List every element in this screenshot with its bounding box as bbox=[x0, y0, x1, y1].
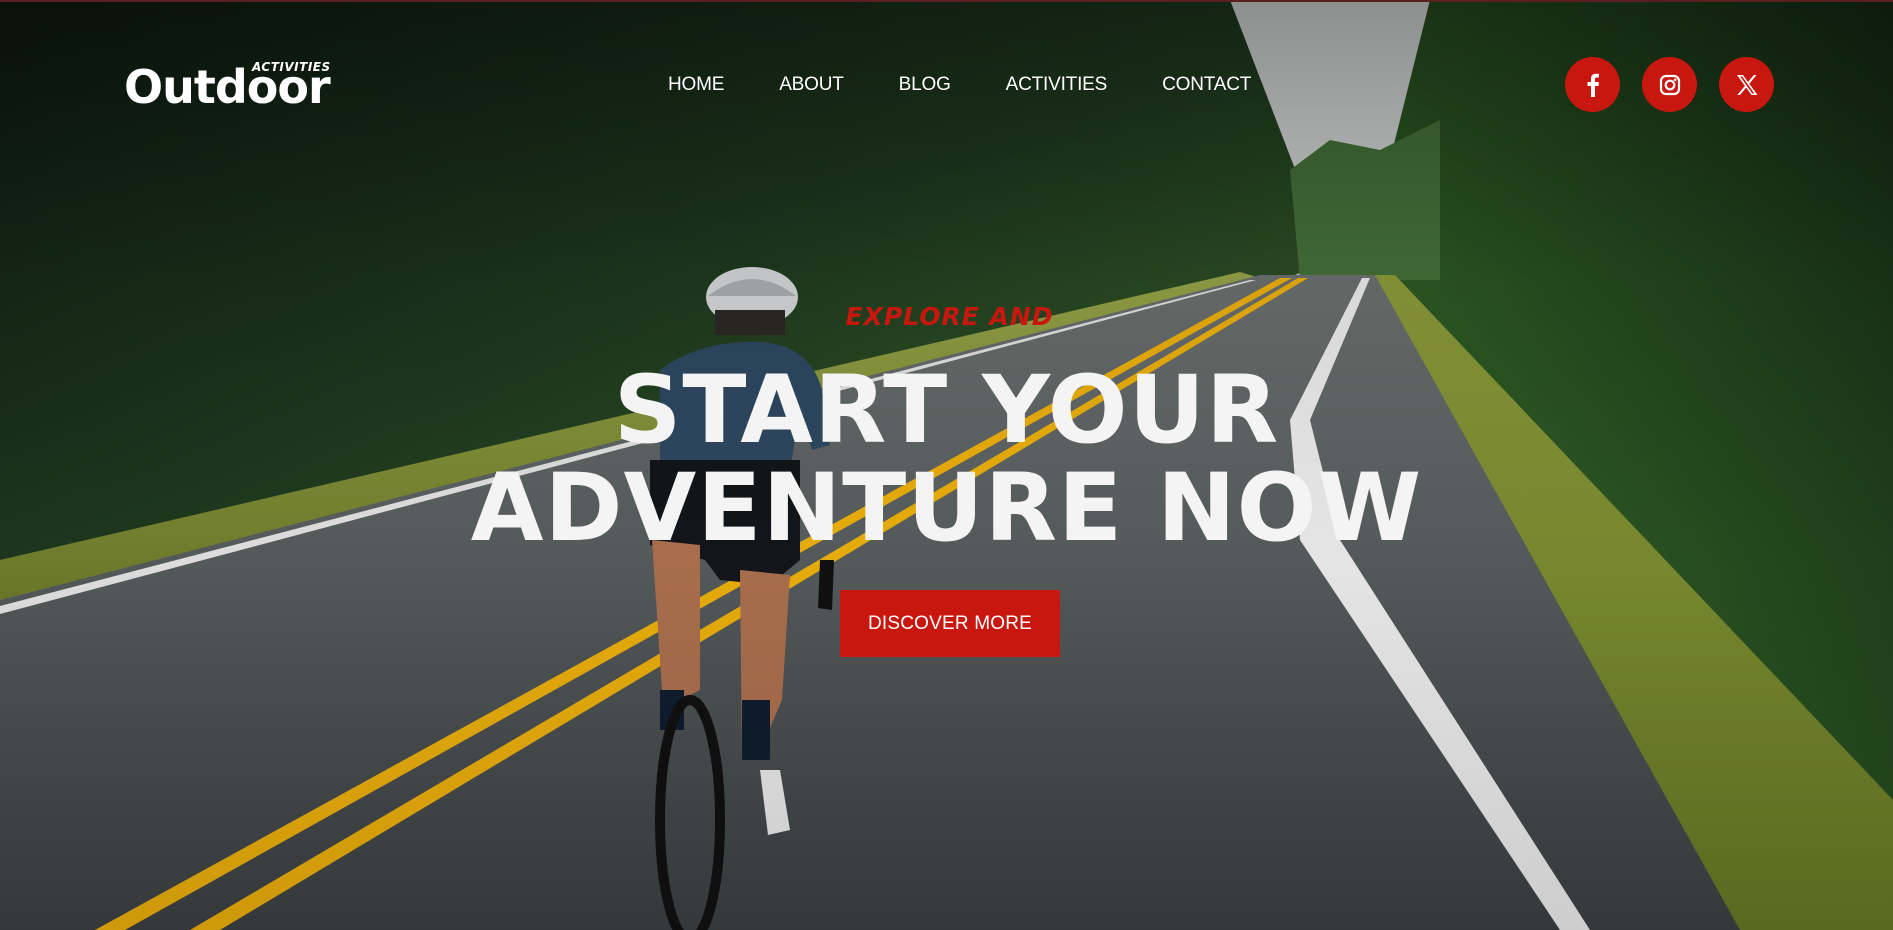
headline-line-2: ADVENTURE NOW bbox=[470, 454, 1423, 563]
x-twitter-icon bbox=[1736, 74, 1758, 95]
nav-item-blog[interactable]: BLOG bbox=[899, 74, 951, 96]
logo-subtext: ACTIVITIES bbox=[252, 60, 331, 74]
site-logo[interactable]: Outdoor ACTIVITIES bbox=[124, 56, 344, 112]
main-nav: HOME ABOUT BLOG ACTIVITIES CONTACT bbox=[668, 74, 1251, 96]
nav-item-home[interactable]: HOME bbox=[668, 74, 724, 96]
facebook-button[interactable] bbox=[1565, 57, 1620, 112]
top-border bbox=[0, 0, 1893, 2]
discover-more-button[interactable]: DISCOVER MORE bbox=[840, 590, 1060, 657]
x-twitter-button[interactable] bbox=[1719, 57, 1774, 112]
instagram-button[interactable] bbox=[1642, 57, 1697, 112]
hero-headline: START YOUR ADVENTURE NOW bbox=[0, 362, 1893, 558]
facebook-icon bbox=[1586, 73, 1600, 97]
hero-eyebrow: EXPLORE AND bbox=[845, 302, 1054, 331]
instagram-icon bbox=[1659, 74, 1681, 96]
headline-line-1: START YOUR bbox=[613, 356, 1280, 465]
nav-item-about[interactable]: ABOUT bbox=[779, 74, 844, 96]
social-links bbox=[1565, 57, 1774, 112]
nav-item-contact[interactable]: CONTACT bbox=[1162, 74, 1251, 96]
nav-item-activities[interactable]: ACTIVITIES bbox=[1006, 74, 1108, 96]
hero-section: Outdoor ACTIVITIES HOME ABOUT BLOG ACTIV… bbox=[0, 0, 1893, 930]
